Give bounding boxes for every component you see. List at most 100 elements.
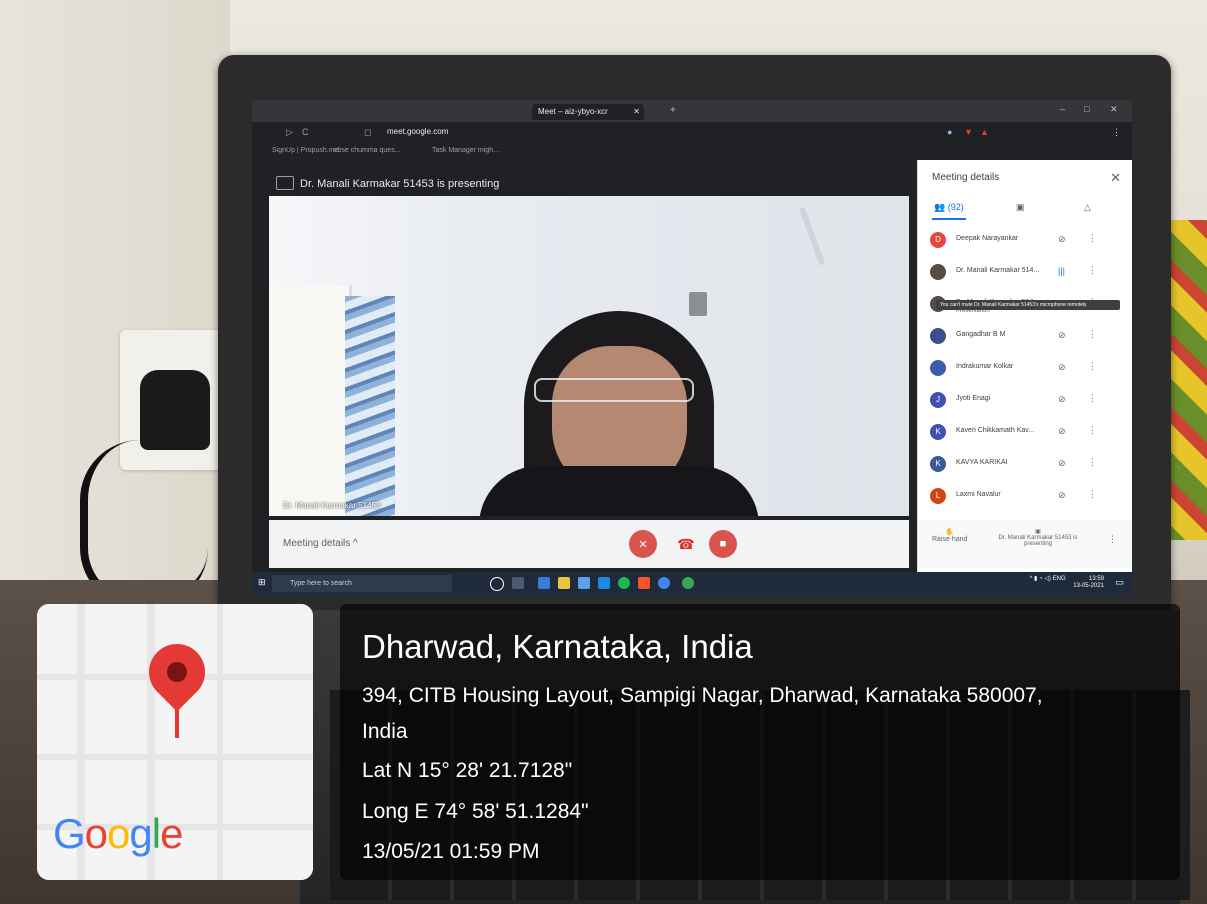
minimize-icon[interactable]: – (1060, 104, 1065, 114)
more-options-icon[interactable]: ⋮ (1088, 393, 1097, 404)
avatar: J (930, 392, 946, 408)
browser-tabbar: Meet – aiz-ybyo-xcr ✕ + – □ ✕ (252, 100, 1132, 122)
participant-name: Laxmi Navalur (956, 491, 1001, 498)
wall-switch (689, 292, 707, 316)
rewards-icon[interactable]: ▲ (980, 127, 989, 137)
more-options-icon[interactable]: ⋮ (1088, 425, 1097, 436)
video-participant-name: Dr. Manali Karmakar 51453 (283, 501, 381, 510)
extension-icon[interactable]: ● (947, 127, 952, 137)
more-options-icon[interactable]: ⋮ (1088, 329, 1097, 340)
participant-row[interactable]: Gangadhar B M ⊘ ⋮ (918, 322, 1132, 354)
participant-name: Indrakumar Kolkar (956, 363, 1014, 370)
participant-name: Gangadhar B M (956, 331, 1006, 338)
more-options-icon[interactable]: ⋮ (1088, 265, 1097, 276)
google-logo-letter: o (84, 810, 108, 857)
windows-start-icon[interactable]: ⊞ (258, 577, 266, 588)
maximize-icon[interactable]: □ (1084, 104, 1089, 114)
lamp (798, 206, 826, 266)
mic-off-icon[interactable]: ⊘ (1058, 458, 1066, 469)
brave-shield-icon[interactable]: ▼ (964, 127, 973, 137)
meeting-details-button[interactable]: Meeting details ^ (283, 538, 358, 549)
file-explorer-icon[interactable] (578, 577, 590, 589)
cortana-icon[interactable] (490, 577, 504, 591)
panel-title: Meeting details (932, 172, 1000, 183)
more-options-icon[interactable]: ⋮ (1088, 233, 1097, 244)
mic-off-icon[interactable]: ⊘ (1058, 490, 1066, 501)
spotify-icon[interactable] (618, 577, 630, 589)
bookmark-item[interactable]: cbse chumma ques... (334, 147, 401, 154)
tray-icons[interactable]: ^ ▮ ◔ ◁) (1030, 576, 1051, 582)
url-text[interactable]: meet.google.com (387, 127, 448, 136)
participant-row[interactable]: J Jyoti Enagi ⊘ ⋮ (918, 386, 1132, 418)
bookmark-item[interactable]: SignUp | Propush.me (272, 147, 338, 154)
tab-chat[interactable]: ▣ (1016, 202, 1025, 213)
glasses (534, 378, 694, 402)
present-screen-icon: ▣ (1035, 529, 1041, 535)
address-line-2: India (362, 720, 408, 743)
tab-people[interactable]: 👥 (92) (934, 202, 964, 213)
tab-title: Meet – aiz-ybyo-xcr (538, 107, 608, 116)
participant-name: Deepak Narayankar (956, 235, 1019, 242)
meet-app-icon[interactable] (682, 577, 694, 589)
participant-row[interactable]: D Deepak Narayankar ⊘ ⋮ (918, 226, 1132, 258)
mic-active-icon[interactable]: ||| (1058, 266, 1065, 276)
participant-list: D Deepak Narayankar ⊘ ⋮ Dr. Manali Karmakar … (918, 226, 1132, 514)
bookmark-icon[interactable]: ◻ (364, 127, 371, 138)
tab-activities[interactable]: △ (1084, 202, 1091, 213)
panel-footer: ✋ Raise hand ▣ Dr. Manali Karmakar 51453 i… (918, 520, 1132, 568)
presenting-banner: Dr. Manali Karmakar 51453 is presenting (300, 178, 500, 190)
mic-off-icon[interactable]: ⊘ (1058, 362, 1066, 373)
google-logo-letter: G (53, 810, 86, 857)
latitude: Lat N 15° 28' 21.7128" (362, 759, 573, 782)
browser-tab-inactive[interactable] (402, 104, 534, 120)
chrome-icon[interactable] (658, 577, 670, 589)
photos-icon[interactable] (538, 577, 550, 589)
participant-name: KAVYA KARIKAI (956, 459, 1008, 466)
chat-icon: ▣ (1016, 202, 1025, 212)
participant-row[interactable]: K KAVYA KARIKAI ⊘ ⋮ (918, 450, 1132, 482)
mic-off-icon[interactable]: ⊘ (1058, 394, 1066, 405)
forward-icon[interactable]: ▷ (286, 127, 293, 138)
mic-off-icon[interactable]: ⊘ (1058, 330, 1066, 341)
participant-row[interactable]: K Kaveri Chikkamath Kav... ⊘ ⋮ (918, 418, 1132, 450)
participant-name: Kaveri Chikkamath Kav... (956, 427, 1035, 434)
leave-call-button[interactable]: ☎ (672, 530, 700, 558)
presentation-icon (276, 176, 294, 190)
mic-off-icon[interactable]: ⊘ (1058, 234, 1066, 245)
curtain (345, 296, 395, 516)
notifications-icon[interactable]: ▭ (1115, 577, 1124, 588)
bookmark-item[interactable]: Task Manager migh... (432, 147, 499, 154)
mute-tooltip: You can't mute Dr. Manali Karmakar 51453… (936, 300, 1120, 310)
reload-icon[interactable]: C (302, 127, 309, 137)
task-view-icon[interactable] (512, 577, 524, 589)
participant-name: Dr. Manali Karmakar 514... (956, 267, 1040, 274)
participant-row[interactable]: Dr. Manali Karmakar 514... ||| ⋮ (918, 258, 1132, 290)
brave-icon[interactable] (638, 577, 650, 589)
new-tab-icon[interactable]: + (670, 105, 676, 116)
location-info-card: Dharwad, Karnataka, India 394, CITB Hous… (340, 604, 1180, 880)
participant-row[interactable]: L Laxmi Navalur ⊘ ⋮ (918, 482, 1132, 514)
mic-off-icon[interactable]: ⊘ (1058, 426, 1066, 437)
more-options-icon[interactable]: ⋮ (1088, 457, 1097, 468)
mic-off-button[interactable]: ✕ (629, 530, 657, 558)
window-close-icon[interactable]: ✕ (1110, 104, 1118, 115)
people-count: (92) (947, 202, 964, 212)
close-icon[interactable]: ✕ (1110, 170, 1121, 186)
camera-off-button[interactable]: ■ (709, 530, 737, 558)
participant-row[interactable]: Indrakumar Kolkar ⊘ ⋮ (918, 354, 1132, 386)
mail-icon[interactable] (598, 577, 610, 589)
more-options-icon[interactable]: ⋮ (1088, 361, 1097, 372)
capture-datetime: 13/05/21 01:59 PM (362, 840, 540, 863)
more-options-icon[interactable]: ⋮ (1108, 534, 1117, 545)
menu-icon[interactable]: ⋮ (1112, 127, 1121, 138)
participant-name: Jyoti Enagi (956, 395, 991, 402)
close-icon[interactable]: ✕ (633, 104, 640, 120)
clock[interactable]: 13:59 13-05-2021 (1073, 576, 1104, 590)
taskbar-search[interactable]: Type here to search (272, 575, 452, 592)
raise-hand-button[interactable]: ✋ Raise hand (932, 528, 967, 543)
store-icon[interactable] (558, 577, 570, 589)
more-options-icon[interactable]: ⋮ (1088, 489, 1097, 500)
browser-tab-meet[interactable]: Meet – aiz-ybyo-xcr ✕ (532, 104, 644, 120)
avatar (930, 264, 946, 280)
language-indicator[interactable]: ENG (1053, 576, 1066, 582)
